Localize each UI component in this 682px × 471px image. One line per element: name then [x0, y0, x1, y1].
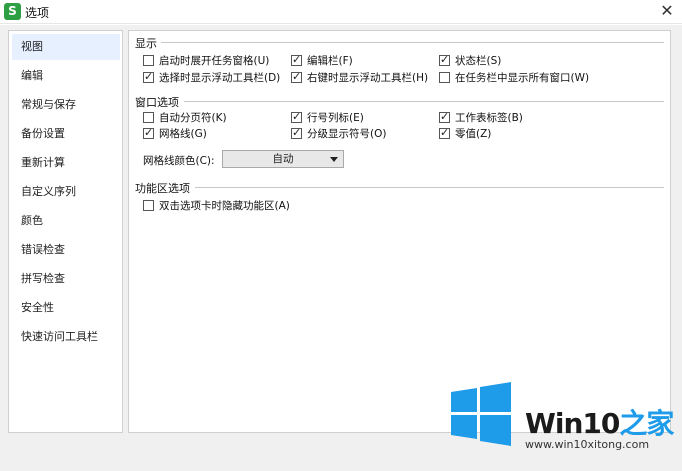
sidebar-item-security[interactable]: 安全性	[12, 295, 120, 321]
checkbox-label: 行号列标(E)	[307, 112, 364, 124]
checkbox-label: 自动分页符(K)	[159, 112, 227, 124]
sidebar-item-color[interactable]: 颜色	[12, 208, 120, 234]
checkbox-label: 选择时显示浮动工具栏(D)	[159, 72, 281, 84]
checkbox-label: 工作表标签(B)	[455, 112, 523, 124]
sidebar-item-recalculate[interactable]: 重新计算	[12, 150, 120, 176]
checkbox-box[interactable]	[439, 53, 450, 66]
watermark-url: www.win10xitong.com	[525, 438, 650, 451]
checkbox-label: 双击选项卡时隐藏功能区(A)	[159, 200, 290, 212]
checkbox-label: 网格线(G)	[159, 128, 207, 140]
gridline-color-label: 网格线颜色(C):	[143, 155, 215, 167]
sidebar-item-quick-access-toolbar[interactable]: 快速访问工具栏	[12, 324, 120, 350]
checkbox-box[interactable]	[143, 55, 154, 66]
sidebar-item-spell-check[interactable]: 拼写检查	[12, 266, 120, 292]
checkbox-box[interactable]	[143, 70, 154, 83]
checkbox-box[interactable]	[143, 200, 154, 211]
checkbox-box[interactable]	[439, 110, 450, 123]
checkbox-label: 分级显示符号(O)	[307, 128, 387, 140]
checkbox-label: 在任务栏中显示所有窗口(W)	[455, 72, 590, 84]
windows-logo-icon	[451, 382, 511, 446]
checkbox-box[interactable]	[439, 72, 450, 83]
sidebar-item-backup[interactable]: 备份设置	[12, 121, 120, 147]
gridline-color-value: 自动	[272, 153, 294, 165]
section-divider	[195, 187, 664, 188]
sidebar-item-custom-list[interactable]: 自定义序列	[12, 179, 120, 205]
win10-home-watermark: Win10之家 www.win10xitong.com	[449, 380, 682, 471]
section-title-display: 显示	[135, 37, 157, 50]
watermark-brand: Win10之家	[525, 402, 674, 442]
checkbox-label: 右键时显示浮动工具栏(H)	[307, 72, 429, 84]
window-title: 选项	[25, 6, 50, 20]
checkbox-label: 编辑栏(F)	[307, 55, 353, 67]
gridline-color-dropdown[interactable]: 自动	[222, 150, 344, 168]
sidebar-item-error-check[interactable]: 错误检查	[12, 237, 120, 263]
checkbox-label: 启动时展开任务窗格(U)	[159, 55, 270, 67]
checkbox-label: 状态栏(S)	[455, 55, 502, 67]
wps-app-icon: S	[4, 3, 21, 20]
watermark-brand-accent: 之家	[619, 407, 674, 440]
chevron-down-icon	[330, 157, 338, 162]
title-bar: S 选项 ✕	[0, 0, 682, 24]
checkbox-box[interactable]	[291, 53, 302, 66]
watermark-brand-main: Win10	[525, 407, 620, 440]
checkbox-box[interactable]	[291, 70, 302, 83]
sidebar-item-edit[interactable]: 编辑	[12, 63, 120, 89]
close-icon[interactable]: ✕	[657, 1, 677, 21]
section-title-ribbon-options: 功能区选项	[135, 182, 190, 195]
checkbox-box[interactable]	[439, 126, 450, 139]
checkbox-box[interactable]	[143, 112, 154, 123]
section-divider	[184, 101, 664, 102]
checkbox-box[interactable]	[143, 126, 154, 139]
sidebar-item-view[interactable]: 视图	[12, 34, 120, 60]
sidebar-item-general-save[interactable]: 常规与保存	[12, 92, 120, 118]
options-sidebar: 视图 编辑 常规与保存 备份设置 重新计算 自定义序列 颜色 错误检查 拼写检查…	[8, 30, 123, 433]
section-divider	[161, 42, 664, 43]
section-title-window-options: 窗口选项	[135, 96, 179, 109]
options-panel: 显示 启动时展开任务窗格(U) 编辑栏(F) 状态栏(S) 选择时显示浮动工具栏…	[128, 30, 671, 433]
checkbox-label: 零值(Z)	[455, 128, 492, 140]
checkbox-box[interactable]	[291, 110, 302, 123]
checkbox-box[interactable]	[291, 126, 302, 139]
